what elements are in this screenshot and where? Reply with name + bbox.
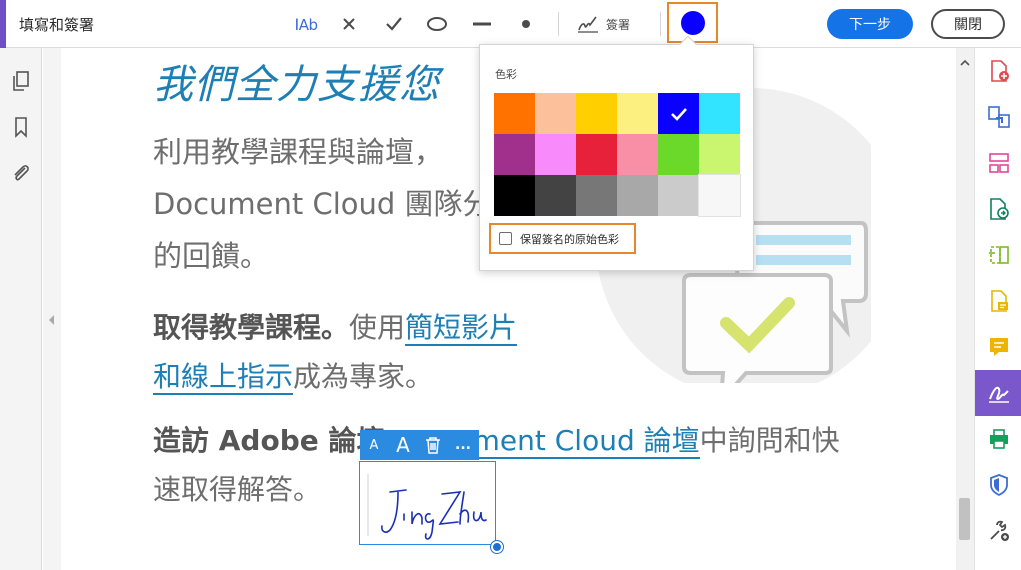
paragraph-line: Document Cloud 團隊分 [153, 187, 492, 221]
color-swatch[interactable] [535, 134, 576, 175]
color-picker-button[interactable] [667, 2, 718, 43]
online-instructions-link[interactable]: 和線上指示 [153, 360, 294, 395]
color-swatch[interactable] [535, 175, 576, 216]
tutorial-paragraph-line2: 和線上指示成為專家。 [153, 352, 433, 402]
color-swatch[interactable] [617, 134, 658, 175]
text-field-tool-button[interactable]: IAb [290, 8, 322, 40]
color-swatch[interactable] [617, 175, 658, 216]
bookmark-icon[interactable] [8, 114, 34, 140]
color-swatch[interactable] [576, 175, 617, 216]
right-tools-rail [974, 48, 1021, 570]
color-swatch[interactable] [617, 93, 658, 134]
comment-icon[interactable] [986, 288, 1012, 314]
vertical-scrollbar[interactable] [956, 48, 974, 570]
collapse-panel-arrow-icon[interactable] [43, 300, 61, 340]
more-tools-icon[interactable] [986, 518, 1012, 544]
tutorial-paragraph: 取得教學課程。使用簡短影片 [153, 303, 518, 353]
color-swatch[interactable] [576, 134, 617, 175]
current-color-swatch [680, 10, 705, 35]
page-heading: 我們全力支援您 [153, 62, 440, 108]
color-swatch[interactable] [699, 134, 740, 175]
tutorial-tail-text: 成為專家。 [293, 360, 434, 393]
color-swatch[interactable] [494, 175, 535, 216]
color-picker-popover: 色彩 保留簽名的原始色彩 [479, 35, 754, 271]
comment-note-icon[interactable] [986, 334, 1012, 360]
color-swatch[interactable] [658, 134, 699, 175]
tutorial-text: 使用 [349, 311, 406, 344]
dot-button[interactable] [510, 8, 542, 40]
forum-tail-text: 中詢問和快 [699, 424, 840, 457]
ellipse-icon [427, 17, 447, 31]
signature-toolbar: A A ... [360, 430, 479, 460]
scroll-up-arrow-icon[interactable] [956, 54, 974, 70]
check-mark-button[interactable] [378, 8, 410, 40]
color-swatch[interactable] [535, 93, 576, 134]
toolbar-divider [660, 12, 661, 36]
increase-size-button[interactable]: A [388, 430, 418, 460]
decrease-size-button[interactable]: A [360, 430, 388, 460]
pages-icon[interactable] [8, 68, 34, 94]
color-swatch[interactable] [494, 93, 535, 134]
tutorial-heading: 取得教學課程。 [153, 311, 350, 344]
accent-stripe [0, 0, 6, 48]
tool-title: 填寫和簽署 [19, 16, 95, 34]
color-swatch[interactable] [494, 134, 535, 175]
forum-paragraph: 造訪 Adobe 論壇 cument Cloud 論壇中詢問和快 [153, 416, 840, 466]
short-videos-link[interactable]: 簡短影片 [405, 311, 518, 346]
next-step-button[interactable]: 下一步 [827, 9, 913, 39]
export-pdf-icon[interactable] [986, 196, 1012, 222]
keep-original-color-option[interactable]: 保留簽名的原始色彩 [489, 223, 636, 254]
paragraph-line: 利用教學課程與論壇， [153, 135, 444, 169]
color-swatch[interactable] [658, 175, 699, 216]
selected-check-icon [670, 107, 687, 121]
organize-pages-icon[interactable] [986, 150, 1012, 176]
color-section-title: 色彩 [495, 68, 517, 81]
create-pdf-icon[interactable] [986, 58, 1012, 84]
color-swatch-grid [494, 93, 741, 217]
color-swatch[interactable] [576, 93, 617, 134]
color-swatch[interactable] [658, 93, 699, 134]
cross-mark-button[interactable] [333, 8, 365, 40]
attachment-icon[interactable] [8, 160, 34, 186]
sign-label: 簽署 [606, 18, 631, 32]
signature-box[interactable] [359, 461, 496, 545]
delete-signature-button[interactable] [418, 430, 448, 460]
fill-sign-icon[interactable] [986, 380, 1012, 406]
forum-paragraph-line2: 速取得解答。 [153, 473, 322, 506]
print-production-icon[interactable] [986, 426, 1012, 452]
keep-original-color-checkbox[interactable] [499, 232, 512, 245]
close-button[interactable]: 關閉 [931, 9, 1005, 39]
keep-original-color-label: 保留簽名的原始色彩 [520, 232, 619, 246]
paragraph-line: 的回饋。 [153, 239, 270, 273]
line-icon [473, 22, 491, 26]
check-icon [386, 17, 402, 31]
left-navigation-rail [0, 48, 42, 570]
protect-icon[interactable] [986, 472, 1012, 498]
ellipse-button[interactable] [421, 8, 453, 40]
toolbar-divider [558, 12, 559, 36]
dot-icon [522, 20, 530, 28]
text-field-icon: IAb [294, 14, 318, 34]
forum-heading: 造訪 Adobe 論壇 [153, 424, 385, 457]
top-toolbar: 填寫和簽署 IAb 簽署 下一步 關閉 [0, 0, 1021, 48]
more-options-button[interactable]: ... [448, 430, 478, 460]
pen-icon [578, 16, 598, 33]
cross-icon [343, 18, 355, 30]
trash-icon [426, 437, 440, 454]
resize-handle[interactable] [491, 541, 503, 553]
edit-pdf-icon[interactable] [986, 242, 1012, 268]
color-swatch[interactable] [699, 93, 740, 134]
color-swatch[interactable] [698, 174, 741, 217]
line-button[interactable] [466, 8, 498, 40]
scroll-thumb[interactable] [959, 498, 970, 540]
signature-ink [367, 474, 487, 540]
combine-files-icon[interactable] [986, 104, 1012, 130]
